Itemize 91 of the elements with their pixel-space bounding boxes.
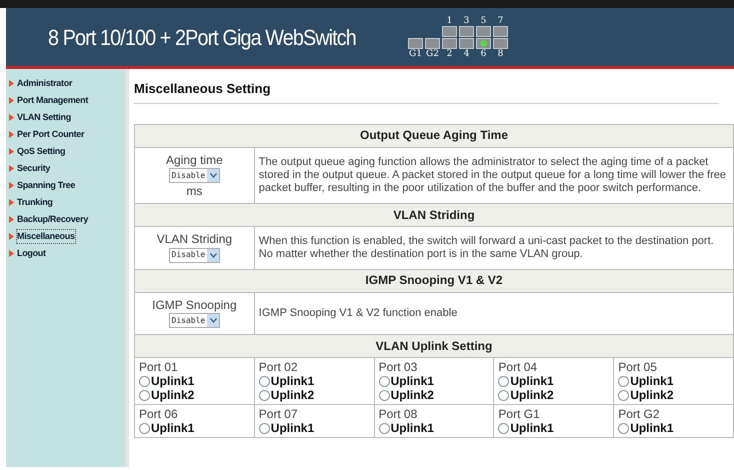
- radio-label: Uplink1: [151, 421, 194, 435]
- section-heading: Output Queue Aging Time: [134, 124, 734, 147]
- nav-link[interactable]: Spanning Tree: [17, 178, 76, 192]
- radio-label: Uplink2: [630, 388, 674, 402]
- page-title: Miscellaneous Setting: [134, 79, 719, 104]
- nav-link[interactable]: Administrator: [17, 76, 72, 90]
- port-label: Port 07: [258, 407, 298, 421]
- port-label: 5: [480, 16, 486, 26]
- port-label: Port 06: [139, 407, 179, 421]
- port-label: Port 08: [378, 407, 418, 421]
- radio-button[interactable]: [139, 376, 150, 386]
- radio-label: Uplink1: [390, 374, 434, 388]
- port-label: 1: [446, 16, 452, 26]
- radio-label: Uplink2: [390, 388, 434, 402]
- radio-label: Uplink1: [510, 374, 554, 388]
- radio-button[interactable]: [498, 422, 510, 434]
- arrow-icon: [9, 199, 14, 206]
- description-text: The output queue aging function allows the administrator to select the aging time of a packet stored in the output queue. A packet stored in the output queue for a long time will lower the free packet buffer, resulting in the poor utilization of the buffer and the poor switch performance.: [258, 156, 727, 195]
- port-label: G1: [409, 48, 422, 58]
- radio-label: Uplink1: [510, 421, 554, 435]
- port-label: Port 03: [378, 360, 418, 374]
- arrow-icon: [9, 233, 14, 240]
- nav-link[interactable]: Per Port Counter: [17, 128, 84, 142]
- port-label: Port 01: [139, 360, 179, 374]
- arrow-icon: [9, 148, 14, 155]
- setting-label: Aging time: [165, 152, 224, 166]
- nav-link[interactable]: Port Management: [17, 94, 88, 108]
- radio-button[interactable]: [258, 422, 270, 434]
- port-label: 7: [498, 16, 504, 26]
- radio-button[interactable]: [258, 376, 270, 386]
- port-label: G2: [426, 48, 439, 58]
- product-title: 8 Port 10/100 + 2Port Giga WebSwitch: [48, 24, 357, 52]
- setting-label: IGMP Snooping: [151, 298, 238, 312]
- radio-button[interactable]: [378, 376, 390, 386]
- caret-icon: [210, 318, 217, 323]
- radio-button[interactable]: [139, 422, 150, 434]
- arrow-icon: [9, 131, 14, 138]
- radio-label: Uplink1: [630, 374, 674, 388]
- arrow-icon: [9, 80, 14, 87]
- port-label: 8: [498, 48, 504, 58]
- radio-button[interactable]: [498, 390, 510, 400]
- description-text: IGMP Snooping V1 & V2 function enable: [258, 306, 458, 320]
- radio-label: Uplink1: [270, 374, 314, 388]
- unit-label: ms: [185, 184, 204, 198]
- nav-link[interactable]: Security: [17, 162, 50, 176]
- nav-link[interactable]: Backup/Recovery: [17, 212, 88, 226]
- port-label: 4: [464, 48, 470, 58]
- port-label: Port 05: [618, 360, 658, 374]
- select-field[interactable]: Disable: [168, 313, 220, 328]
- port-label: Port 04: [498, 360, 538, 374]
- setting-label: VLAN Striding: [156, 232, 234, 246]
- radio-button[interactable]: [618, 390, 630, 400]
- port-label: 3: [464, 16, 470, 26]
- section-heading: VLAN Uplink Setting: [134, 334, 734, 358]
- port-label: 6: [480, 48, 486, 58]
- select-field[interactable]: Disable: [168, 168, 220, 183]
- arrow-icon: [9, 216, 14, 223]
- description-text: When this function is enabled, the switch will forward a uni-cast packet to the destination port. No matter whether the destination port is in the same VLAN group.: [258, 234, 715, 261]
- radio-label: Uplink2: [151, 388, 194, 402]
- radio-label: Uplink2: [270, 388, 314, 402]
- radio-button[interactable]: [618, 422, 630, 434]
- radio-button[interactable]: [378, 422, 390, 434]
- radio-label: Uplink2: [510, 388, 554, 402]
- nav-link[interactable]: VLAN Setting: [17, 110, 71, 124]
- port-label: Port G2: [618, 407, 661, 421]
- port-label: Port G1: [498, 407, 541, 421]
- arrow-icon: [9, 250, 14, 257]
- nav-link[interactable]: QoS Setting: [17, 144, 66, 158]
- nav-link[interactable]: Miscellaneous: [17, 230, 75, 244]
- arrow-icon: [9, 165, 14, 172]
- radio-button[interactable]: [139, 390, 150, 400]
- nav-link[interactable]: Trunking: [17, 196, 53, 210]
- nav-link[interactable]: Logout: [17, 246, 46, 260]
- section-heading: VLAN Striding: [134, 204, 734, 226]
- radio-label: Uplink1: [390, 421, 434, 435]
- radio-label: Uplink1: [630, 421, 674, 435]
- port-label: Port 02: [258, 360, 298, 374]
- radio-label: Uplink1: [270, 421, 314, 435]
- radio-button[interactable]: [618, 376, 630, 386]
- arrow-icon: [9, 182, 14, 189]
- arrow-icon: [9, 114, 14, 121]
- select-field[interactable]: Disable: [168, 248, 220, 262]
- radio-button[interactable]: [498, 376, 510, 386]
- radio-button[interactable]: [258, 390, 270, 400]
- arrow-icon: [9, 97, 14, 104]
- caret-icon: [210, 252, 217, 258]
- section-heading: IGMP Snooping V1 & V2: [134, 269, 734, 292]
- radio-button[interactable]: [378, 390, 390, 400]
- port-label: 2: [446, 48, 452, 58]
- radio-label: Uplink1: [151, 374, 194, 388]
- caret-icon: [210, 173, 217, 178]
